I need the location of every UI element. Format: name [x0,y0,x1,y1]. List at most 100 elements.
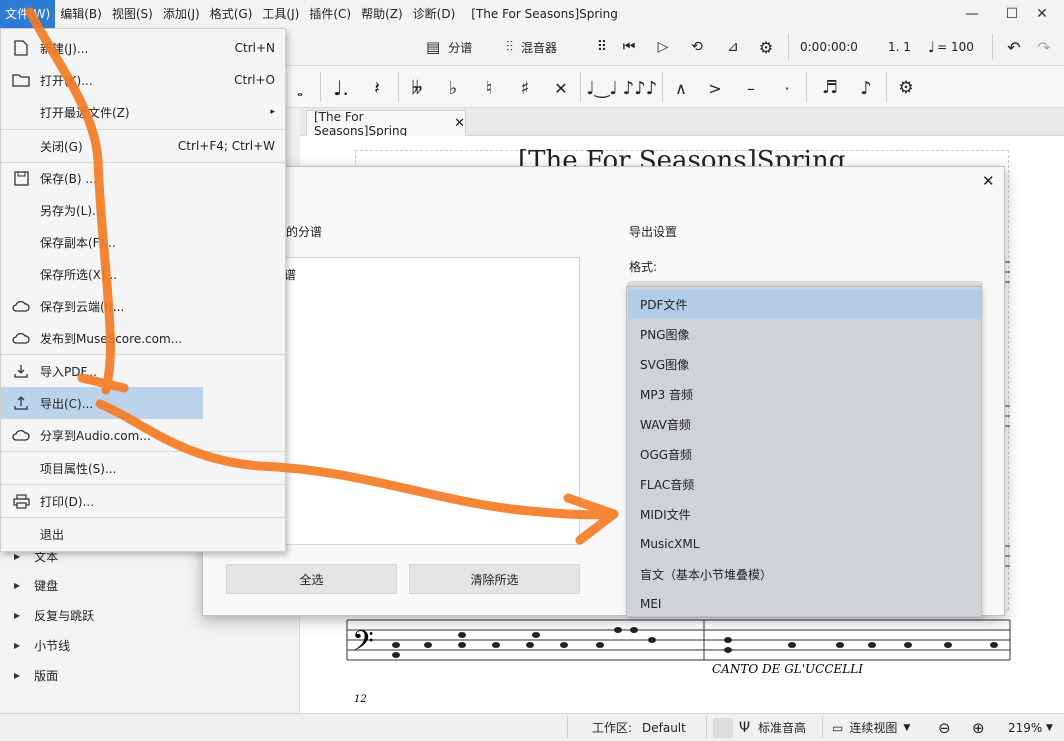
format-option-wav[interactable]: WAV音频 [628,409,981,439]
palette-item-keyboard[interactable]: ▶ 键盘 [14,575,58,595]
format-option-png[interactable]: PNG图像 [628,319,981,349]
document-tab[interactable]: [The For Seasons]Spring ✕ [306,109,466,138]
slur-icon[interactable]: ♪♪♪ [623,76,657,100]
staccato-icon[interactable]: · [776,76,798,100]
menu-item-export[interactable]: 导出(C)... [1,387,203,419]
expand-arrow-icon: ▶ [14,580,21,590]
toolbar-settings-icon[interactable]: ⚙ [894,76,918,100]
menu-diagnostic[interactable]: 诊断(D) [408,0,461,28]
loop-icon[interactable]: ⟲ [686,36,708,58]
natural-icon[interactable]: ♮ [478,76,500,100]
menu-item-open[interactable]: 打开(K)... Ctrl+O [1,64,285,96]
menu-plugins[interactable]: 插件(C) [304,0,356,28]
menu-item-properties[interactable]: 项目属性(S)... [1,452,285,484]
palette-label: 反复与跳跃 [34,608,95,623]
rest-icon[interactable]: 𝄽 [366,76,388,100]
menu-item-print[interactable]: 打印(D)... [1,485,285,517]
format-option-svg[interactable]: SVG图像 [628,349,981,379]
close-dialog-icon[interactable]: ✕ [982,172,995,190]
format-option-mei[interactable]: MEI [628,589,981,619]
minimize-icon[interactable]: — [950,0,994,28]
view-mode-dropdown[interactable]: ▭ 连续视图 ▼ [832,714,910,741]
palette-item-barlines[interactable]: ▶ 小节线 [14,635,70,655]
menu-item-label: 新建(J)... [40,41,89,56]
double-sharp-icon[interactable]: ✕ [550,76,572,100]
zoom-chevron-icon[interactable]: ▼ [1046,714,1053,741]
tie-icon[interactable]: ♩‿♩ [586,76,617,100]
menu-item-save[interactable]: 保存(B) ... [1,162,285,194]
zoom-level[interactable]: 219% [1008,714,1042,741]
menu-item-label: 导出(C)... [40,396,94,411]
tenuto-icon[interactable]: – [740,76,762,100]
rewind-icon[interactable]: ⏮ [618,36,640,58]
menu-item-label: 保存(B) ... [40,171,97,186]
menu-item-save-cloud[interactable]: 保存到云端(I)... [1,290,285,322]
menu-item-close[interactable]: 关闭(G) Ctrl+F4; Ctrl+W [1,130,285,162]
undo-icon[interactable]: ↶ [1002,36,1026,58]
menu-item-label: 打开最近文件(Z) [40,105,130,120]
menu-format[interactable]: 格式(G) [205,0,258,28]
close-tab-icon[interactable]: ✕ [454,116,465,131]
menu-help[interactable]: 帮助(Z) [356,0,408,28]
menu-item-quit[interactable]: 退出 [1,518,285,550]
format-option-ogg[interactable]: OGG音频 [628,439,981,469]
zoom-out-icon[interactable]: ⊖ [938,714,951,741]
menu-file[interactable]: 文件(W) [0,0,56,28]
concert-pitch-toggle[interactable]: Ψ 标准音高 [713,714,806,741]
whole-note-icon[interactable]: 𝅝 [290,80,310,104]
menu-item-label: 导入PDF... [40,364,97,379]
zoom-in-icon[interactable]: ⊕ [972,714,985,741]
palette-item-repeats[interactable]: ▶ 反复与跳跃 [14,605,94,625]
metronome-icon[interactable]: ⊿ [722,36,744,58]
format-option-flac[interactable]: FLAC音频 [628,469,981,499]
page-view-icon: ▭ [832,720,844,735]
format-option-pdf[interactable]: PDF文件 [628,289,981,319]
mixer-icon: ⫶⫶ [506,39,513,55]
workspace-selector[interactable]: Default [642,714,686,741]
format-option-mp3[interactable]: MP3 音频 [628,379,981,409]
double-flat-icon[interactable]: 𝄫 [406,76,428,100]
expand-arrow-icon: ▶ [14,640,21,650]
menu-shortcut: Ctrl+O [234,73,275,87]
menu-shortcut: Ctrl+F4; Ctrl+W [177,139,275,153]
accent-icon[interactable]: > [704,76,726,100]
drag-handle-icon[interactable]: ⠿ [594,36,610,58]
palette-item-layout[interactable]: ▶ 版面 [14,665,58,685]
document-tab-label: [The For Seasons]Spring [314,109,408,138]
parts-button[interactable]: ▤ 分谱 [426,36,472,58]
select-all-button[interactable]: 全选 [226,564,397,594]
play-icon[interactable]: ▷ [652,36,674,58]
concert-pitch-checkbox[interactable] [713,717,733,738]
close-window-icon[interactable]: ✕ [1020,0,1064,28]
menu-tools[interactable]: 工具(J) [257,0,304,28]
dotted-quarter-icon[interactable]: ♩. [330,76,352,100]
menu-edit[interactable]: 编辑(B) [55,0,107,28]
document-tabbar: [The For Seasons]Spring ✕ [300,108,1064,138]
menu-item-import-pdf[interactable]: 导入PDF... [1,355,285,387]
mixer-button[interactable]: ⫶⫶ 混音器 [506,36,557,58]
menu-item-publish[interactable]: 发布到MuseScore.com... [1,322,285,354]
playback-settings-icon[interactable]: ⚙ [755,36,777,58]
menu-item-share-audio[interactable]: 分享到Audio.com... [1,419,285,451]
format-option-musicxml[interactable]: MusicXML [628,529,981,559]
menu-item-save-copy[interactable]: 保存副本(F)... [1,226,285,258]
parts-icon: ▤ [426,38,441,56]
menu-item-save-as[interactable]: 另存为(L)... [1,194,285,226]
redo-icon[interactable]: ↷ [1032,36,1056,58]
measure-number: 12 [354,694,367,705]
clear-selection-button[interactable]: 清除所选 [409,564,580,594]
flat-icon[interactable]: ♭ [442,76,464,100]
menu-add[interactable]: 添加(J) [158,0,205,28]
format-option-braille[interactable]: 盲文（基本小节堆叠模） [628,559,981,589]
menu-item-new[interactable]: 新建(J)... Ctrl+N [1,32,285,64]
flip-direction-icon[interactable]: ♪ [854,76,878,100]
time-display: 0:00:00:0 [800,40,858,54]
menu-view[interactable]: 视图(S) [107,0,158,28]
menu-item-open-recent[interactable]: 打开最近文件(Z) ▸ [1,96,285,128]
tuplet-icon[interactable]: ♬ [814,74,846,100]
sharp-icon[interactable]: ♯ [514,76,536,100]
format-option-midi[interactable]: MIDI文件 [628,499,981,529]
submenu-arrow-icon: ▸ [270,107,275,117]
marcato-icon[interactable]: ∧ [670,76,692,100]
menu-item-save-selection[interactable]: 保存所选(X)... [1,258,285,290]
